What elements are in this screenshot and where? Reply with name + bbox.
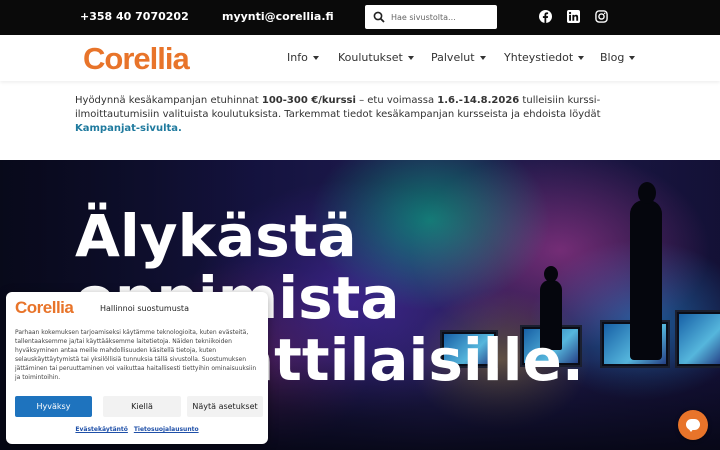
- nav-item-label: Palvelut: [431, 51, 475, 64]
- cookie-title: Hallinnoi suostumusta: [100, 304, 189, 313]
- cookie-logo: Corellia: [15, 298, 74, 317]
- nav-item-koulutukset[interactable]: Koulutukset: [338, 51, 414, 64]
- privacy-policy-link[interactable]: Tietosuojalausunto: [134, 426, 199, 433]
- cookie-text: Parhaan kokemuksen tarjoamiseksi käytämm…: [15, 329, 257, 381]
- person-head: [638, 182, 656, 204]
- search-icon: [373, 11, 385, 23]
- main-navigation: Corellia Info Koulutukset Palvelut Yhtey…: [0, 35, 720, 81]
- caret-down-icon: [312, 55, 319, 60]
- phone-link[interactable]: +358 40 7070202: [80, 10, 189, 23]
- caret-down-icon: [407, 55, 414, 60]
- nav-item-label: Blog: [600, 51, 625, 64]
- caret-down-icon: [479, 55, 486, 60]
- deny-button[interactable]: Kiellä: [103, 396, 181, 417]
- nav-item-label: Yhteystiedot: [504, 51, 574, 64]
- top-bar: +358 40 7070202 myynti@corellia.fi: [0, 0, 720, 35]
- accept-button[interactable]: Hyväksy: [15, 396, 92, 417]
- chat-button[interactable]: [678, 410, 708, 440]
- facebook-icon[interactable]: [539, 10, 552, 23]
- nav-item-label: Info: [287, 51, 308, 64]
- nav-item-palvelut[interactable]: Palvelut: [431, 51, 486, 64]
- cookie-consent-dialog: Corellia Hallinnoi suostumusta Parhaan k…: [6, 292, 268, 444]
- campaign-notice: Hyödynnä kesäkampanjan etuhinnat 100-300…: [75, 95, 601, 134]
- settings-button[interactable]: Näytä asetukset: [187, 396, 263, 417]
- logo[interactable]: Corellia: [83, 41, 190, 77]
- instagram-icon[interactable]: [595, 10, 608, 23]
- search-input[interactable]: [391, 9, 491, 25]
- email-link[interactable]: myynti@corellia.fi: [222, 10, 334, 23]
- caret-down-icon: [578, 55, 585, 60]
- nav-item-label: Koulutukset: [338, 51, 403, 64]
- nav-item-info[interactable]: Info: [287, 51, 319, 64]
- cookie-policy-link[interactable]: Evästekäytäntö: [75, 426, 128, 433]
- caret-down-icon: [629, 55, 636, 60]
- search-box[interactable]: [365, 5, 497, 29]
- cookie-links: Evästekäytäntö Tietosuojalausunto: [6, 426, 268, 433]
- linkedin-icon[interactable]: [567, 10, 580, 23]
- nav-item-blog[interactable]: Blog: [600, 51, 636, 64]
- nav-item-yhteystiedot[interactable]: Yhteystiedot: [504, 51, 585, 64]
- campaign-link[interactable]: Kampanjat-sivulta.: [75, 123, 182, 134]
